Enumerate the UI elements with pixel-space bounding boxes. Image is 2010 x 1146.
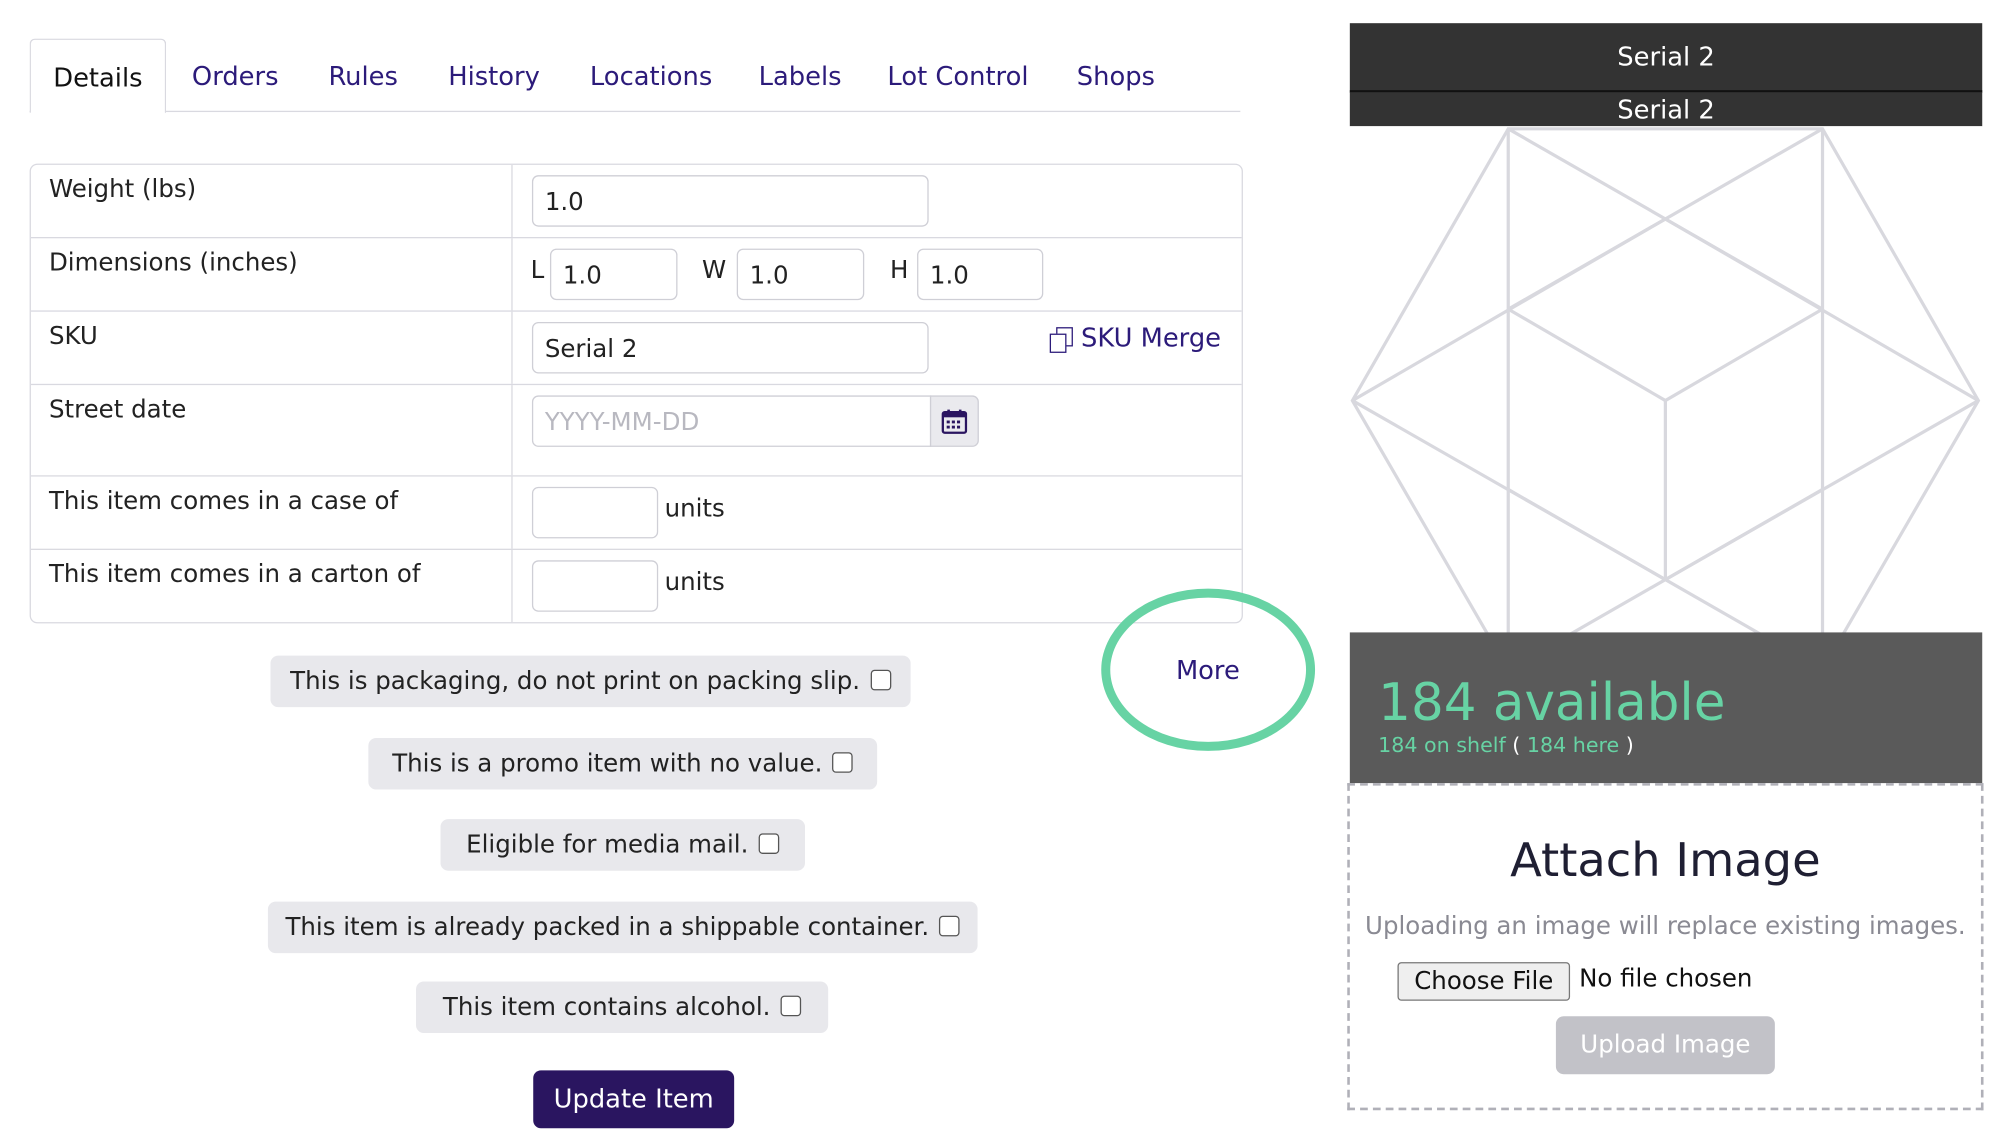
copy-icon [1050,326,1074,353]
here-link[interactable]: 184 here [1527,733,1619,757]
width-input[interactable]: 1.0 [736,248,865,301]
more-link[interactable]: More [1176,654,1240,685]
tab-labels[interactable]: Labels [759,39,842,111]
street-date-value-cell: YYYY-MM-DD [514,385,1242,475]
media-mail-option-label: Eligible for media mail. [466,830,749,860]
street-date-row: Street date YYYY-MM-DD [30,383,1242,476]
packaging-option[interactable]: This is packaging, do not print on packi… [270,655,911,708]
on-shelf-link[interactable]: 184 on shelf [1378,733,1506,757]
tab-shops[interactable]: Shops [1077,39,1155,111]
length-label: L [530,256,545,285]
tab-details[interactable]: Details [29,38,167,114]
availability-panel: 184 available 184 on shelf ( 184 here ) [1349,632,1983,784]
close-paren: ) [1625,732,1634,758]
weight-label: Weight (lbs) [31,164,513,237]
attach-image-help: Uploading an image will replace existing… [1365,911,1966,941]
promo-option[interactable]: This is a promo item with no value. [368,738,878,790]
carton-row: This item comes in a carton of units [30,548,1242,623]
packaging-checkbox[interactable] [870,669,891,690]
tab-orders[interactable]: Orders [192,39,279,111]
alcohol-option-label: This item contains alcohol. [442,993,771,1022]
attach-image-title: Attach Image [1510,834,1821,888]
weight-row: Weight (lbs) 1.0 [31,164,1242,237]
weight-input[interactable]: 1.0 [531,175,929,227]
packaging-option-label: This is packaging, do not print on packi… [290,667,861,696]
carton-quantity-input[interactable] [531,560,659,612]
tab-bar: Details Orders Rules History Locations L… [29,38,1241,114]
sku-input[interactable]: Serial 2 [531,322,929,374]
upload-image-button[interactable]: Upload Image [1555,1016,1775,1075]
sku-merge-link[interactable]: SKU Merge [1050,322,1221,353]
alcohol-option[interactable]: This item contains alcohol. [416,981,829,1033]
promo-checkbox[interactable] [832,751,854,773]
shippable-container-option-label: This item is already packed in a shippab… [285,913,930,942]
weight-value-cell: 1.0 [514,165,1242,237]
dimensions-value-cell: L 1.0 W 1.0 H 1.0 [514,238,1242,310]
sku-row: SKU Serial 2 SKU Merge [30,310,1242,384]
case-quantity-input[interactable] [531,486,659,539]
sku-value-cell: Serial 2 SKU Merge [514,312,1242,384]
carton-units-label: units [664,568,725,597]
carton-label: This item comes in a carton of [31,549,513,623]
case-label: This item comes in a case of [31,476,513,549]
height-input[interactable]: 1.0 [917,248,1044,301]
tab-history[interactable]: History [448,39,540,111]
calendar-button[interactable] [929,395,979,447]
file-status: No file chosen [1579,964,1753,994]
alcohol-checkbox[interactable] [780,994,802,1016]
attach-image-dropzone[interactable]: Attach Image Uploading an image will rep… [1347,783,1984,1111]
item-image-placeholder [1349,126,1983,668]
sku-label: SKU [31,311,513,384]
stage: Details Orders Rules History Locations L… [0,0,2009,1146]
street-date-input[interactable]: YYYY-MM-DD [531,395,932,447]
shippable-container-option[interactable]: This item is already packed in a shippab… [267,901,978,954]
item-title-bar: Serial 2 [1349,23,1983,93]
street-date-label: Street date [31,385,513,476]
height-label: H [890,256,909,285]
sku-merge-label: SKU Merge [1081,322,1222,353]
case-row: This item comes in a case of units [30,475,1242,549]
case-units-label: units [664,494,725,523]
calendar-icon [941,409,968,434]
promo-option-label: This is a promo item with no value. [392,749,823,778]
open-paren: ( [1512,732,1521,758]
length-input[interactable]: 1.0 [549,248,678,301]
dimensions-row: Dimensions (inches) L 1.0 W 1.0 H 1.0 [30,236,1242,311]
item-subtitle-bar: Serial 2 [1349,92,1983,127]
media-mail-checkbox[interactable] [758,832,780,854]
shelf-summary: 184 on shelf ( 184 here ) [1378,733,1634,757]
width-label: W [701,256,727,285]
choose-file-button[interactable]: Choose File [1397,962,1571,1001]
shippable-container-checkbox[interactable] [939,915,961,936]
item-details-table: Weight (lbs) 1.0 Dimensions (inches) L 1… [29,163,1243,624]
media-mail-option[interactable]: Eligible for media mail. [440,819,805,871]
available-count: 184 available [1378,673,1726,733]
case-value-cell: units [514,477,1242,549]
tab-locations[interactable]: Locations [590,39,712,111]
cube-icon [1350,127,1981,668]
tab-lot-control[interactable]: Lot Control [887,39,1028,111]
update-item-button[interactable]: Update Item [533,1070,735,1129]
dimensions-label: Dimensions (inches) [31,238,513,311]
tab-rules[interactable]: Rules [328,39,398,111]
